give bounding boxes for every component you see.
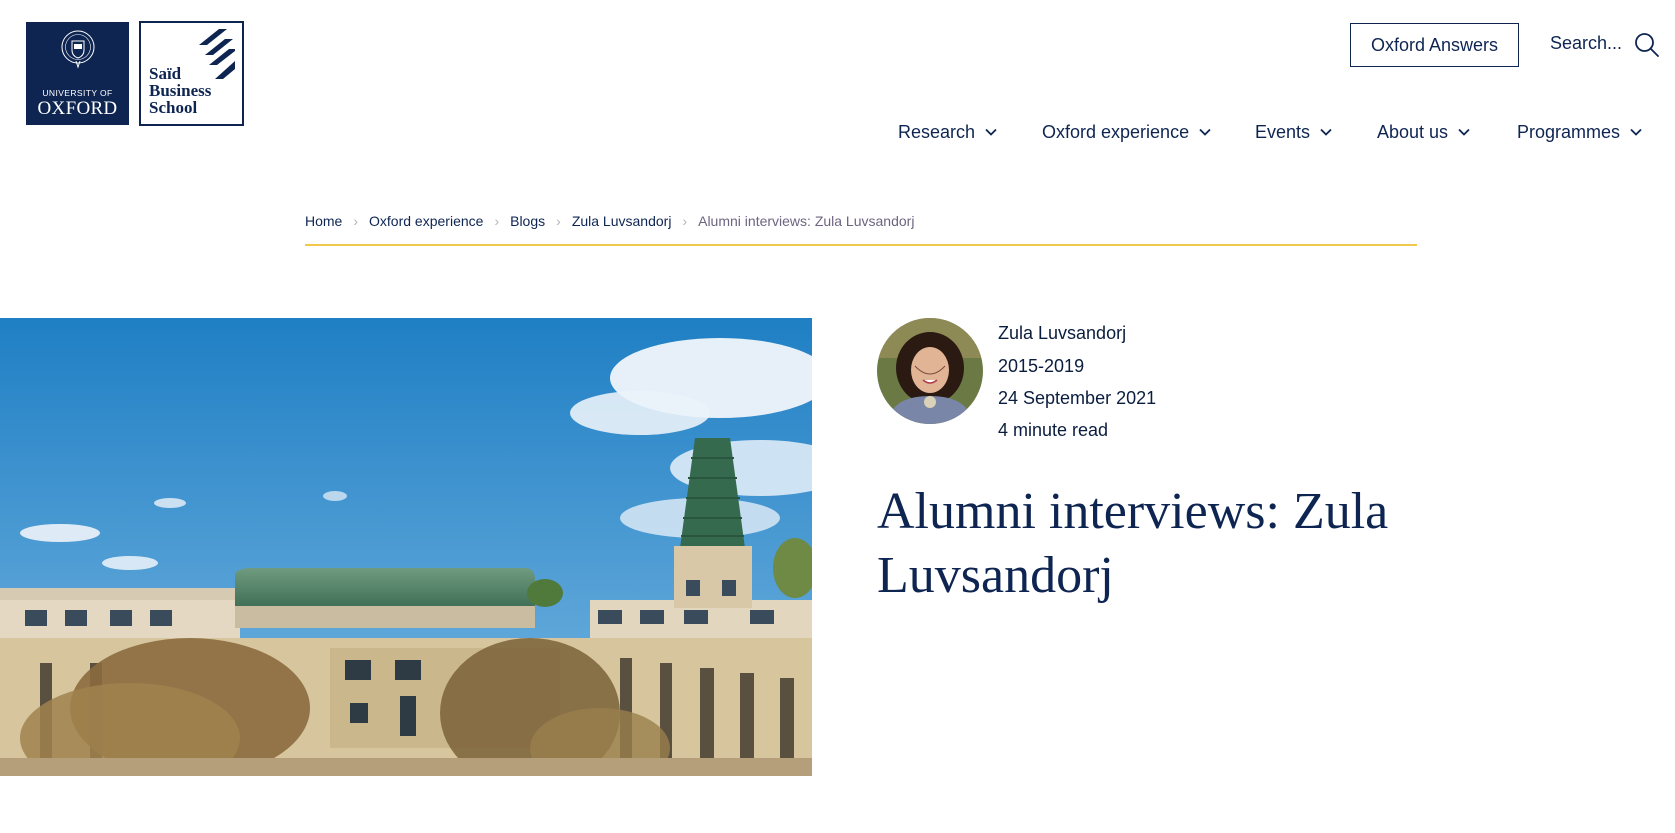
breadcrumb-home[interactable]: Home — [305, 213, 342, 229]
author-years: 2015-2019 — [998, 356, 1085, 376]
breadcrumb: Home › Oxford experience › Blogs › Zula … — [305, 213, 1417, 246]
chevron-right-icon: › — [353, 213, 359, 229]
nav-label: Programmes — [1517, 121, 1621, 142]
oxford-crest-icon — [61, 30, 95, 69]
nav-label: About us — [1377, 121, 1449, 142]
oxford-logo-wordmark: OXFORD — [37, 98, 118, 119]
chevron-down-icon — [1630, 128, 1642, 136]
chevron-right-icon: › — [682, 213, 688, 229]
page-title: Alumni interviews: Zula Luvsandorj — [877, 483, 1389, 604]
nav-label: Oxford experience — [1042, 121, 1190, 142]
nav-research[interactable]: Research — [898, 120, 997, 144]
chevron-right-icon: › — [556, 213, 561, 229]
breadcrumb-author[interactable]: Zula Luvsandorj — [572, 213, 672, 229]
author-portrait — [877, 318, 983, 424]
nav-programmes[interactable]: Programmes — [1517, 120, 1642, 144]
hero-illustration — [0, 318, 812, 776]
nav-oxford-experience[interactable]: Oxford experience — [1042, 120, 1211, 144]
nav-about-us[interactable]: About us — [1377, 120, 1470, 144]
breadcrumb-current: Alumni interviews: Zula Luvsandorj — [698, 213, 915, 229]
hero-image — [0, 318, 812, 776]
publish-date: 24 September 2021 — [998, 388, 1157, 408]
nav-label: Research — [898, 121, 976, 142]
chevron-right-icon: › — [494, 213, 500, 229]
sbs-logo-line: School — [149, 98, 198, 117]
chevron-down-icon — [1199, 128, 1211, 136]
author-name[interactable]: Zula Luvsandorj — [998, 323, 1126, 344]
search-label[interactable]: Search... — [1550, 33, 1622, 54]
oxford-university-logo[interactable]: UNIVERSITY OF OXFORD — [26, 22, 129, 125]
breadcrumb-blogs[interactable]: Blogs — [510, 213, 545, 229]
chevron-down-icon — [985, 128, 997, 136]
oxford-logo-subtitle: UNIVERSITY OF — [42, 88, 113, 98]
search-icon[interactable] — [1634, 32, 1660, 58]
sbs-logo-line: Saïd — [149, 64, 182, 83]
nav-events[interactable]: Events — [1255, 120, 1332, 144]
breadcrumb-oxford-experience[interactable]: Oxford experience — [369, 213, 483, 229]
chevron-down-icon — [1458, 128, 1470, 136]
sbs-logo-wordmark: Saïd Business School — [149, 65, 211, 116]
author-avatar — [877, 318, 983, 424]
read-time: 4 minute read — [998, 420, 1109, 440]
chevron-down-icon — [1320, 128, 1332, 136]
oxford-answers-button[interactable]: Oxford Answers — [1350, 23, 1519, 67]
sbs-logo-line: Business — [149, 81, 212, 100]
said-business-school-logo[interactable]: Saïd Business School — [139, 21, 244, 126]
nav-label: Events — [1255, 121, 1311, 142]
